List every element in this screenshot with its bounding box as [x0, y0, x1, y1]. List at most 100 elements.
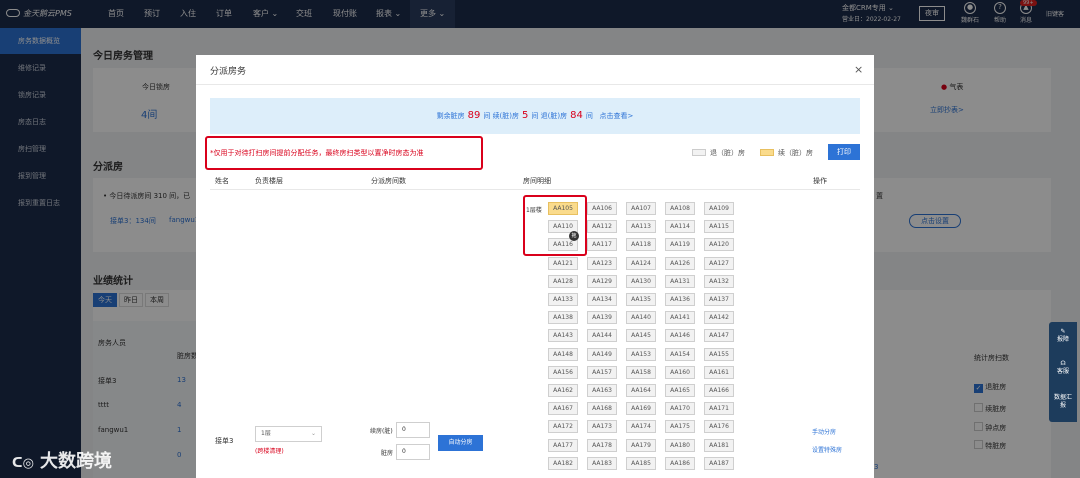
- room-tile[interactable]: AA175: [665, 420, 695, 434]
- report-issue-tool[interactable]: ✎ 报障: [1049, 328, 1077, 344]
- room-tile[interactable]: AA139: [587, 311, 617, 325]
- room-tile[interactable]: AA154: [665, 347, 695, 361]
- room-tile[interactable]: AA147: [704, 329, 734, 343]
- room-tile[interactable]: AA143: [548, 329, 578, 343]
- room-tile[interactable]: AA180: [665, 438, 695, 452]
- room-tile[interactable]: AA174: [626, 420, 656, 434]
- room-tile[interactable]: AA130: [626, 274, 656, 288]
- room-tile[interactable]: AA106: [587, 202, 617, 215]
- room-tile[interactable]: AA141: [665, 311, 695, 325]
- room-tile[interactable]: AA178: [587, 438, 617, 452]
- room-tile[interactable]: AA135: [626, 293, 656, 306]
- dirty-summary-bar: 剩余脏房 89 间 续(脏)房 5 间 退(脏)房 84 间 点击查看>: [210, 98, 860, 134]
- customer-service-tool[interactable]: ☊ 客服: [1049, 360, 1077, 376]
- watermark-text: 大数跨境: [39, 451, 112, 472]
- room-tile[interactable]: AA167: [548, 402, 578, 416]
- room-tile[interactable]: AA177: [548, 438, 578, 452]
- room-tile[interactable]: AA144: [587, 329, 617, 343]
- room-tile[interactable]: AA117: [587, 238, 617, 252]
- special-room-link[interactable]: 设置特殊房: [812, 445, 842, 454]
- room-tile[interactable]: AA185: [626, 456, 656, 470]
- stay-room-input[interactable]: 0: [396, 422, 430, 438]
- room-tile[interactable]: AA120: [704, 238, 734, 252]
- room-tile[interactable]: AA183: [587, 456, 617, 470]
- room-tile[interactable]: AA133: [548, 293, 578, 306]
- room-tile[interactable]: AA181: [704, 438, 734, 452]
- room-tile[interactable]: AA157: [587, 365, 617, 379]
- drag-handle-icon[interactable]: 拖: [569, 231, 579, 241]
- room-tile[interactable]: AA179: [626, 438, 656, 452]
- room-tile[interactable]: AA182: [548, 456, 578, 470]
- auto-assign-button[interactable]: 自动分房: [438, 435, 483, 451]
- room-tile[interactable]: AA108: [665, 202, 695, 215]
- room-tile[interactable]: AA176: [704, 420, 734, 434]
- room-tile[interactable]: AA118: [626, 238, 656, 252]
- room-tile[interactable]: AA170: [665, 402, 695, 416]
- room-tile[interactable]: AA186: [665, 456, 695, 470]
- dirty-room-label: 脏房: [381, 450, 394, 457]
- room-tile[interactable]: AA171: [704, 402, 734, 416]
- room-tile[interactable]: AA128: [548, 274, 578, 288]
- data-report-tool[interactable]: 数据汇报: [1049, 394, 1077, 410]
- room-tile[interactable]: AA126: [665, 256, 695, 270]
- room-tile[interactable]: AA109: [704, 202, 734, 215]
- legend-checkout-label: 退（脏）房: [710, 149, 745, 157]
- room-tile[interactable]: AA165: [665, 384, 695, 397]
- room-tile[interactable]: AA137: [704, 293, 734, 306]
- tool-panel: ✎ 报障 ☊ 客服 数据汇报: [1049, 322, 1077, 422]
- room-tile[interactable]: AA161: [704, 365, 734, 379]
- room-tile[interactable]: AA121: [548, 256, 578, 270]
- column-floor: 负责楼层: [255, 177, 283, 185]
- room-tile[interactable]: AA131: [665, 274, 695, 288]
- print-button[interactable]: 打印: [828, 144, 860, 160]
- chevron-down-icon: ⌄: [310, 430, 316, 437]
- room-tile[interactable]: AA127: [704, 256, 734, 270]
- stay-count: 5: [522, 110, 529, 121]
- room-tile[interactable]: AA113: [626, 220, 656, 234]
- room-tile[interactable]: AA129: [587, 274, 617, 288]
- room-tile[interactable]: AA146: [665, 329, 695, 343]
- dirty-room-input[interactable]: 0: [396, 444, 430, 460]
- room-tile[interactable]: AA136: [665, 293, 695, 306]
- cross-floor-note: (跨楼清理): [255, 448, 284, 455]
- room-tile[interactable]: AA158: [626, 365, 656, 379]
- room-tile[interactable]: AA140: [626, 311, 656, 325]
- room-tile[interactable]: AA155: [704, 347, 734, 361]
- room-tile[interactable]: AA160: [665, 365, 695, 379]
- room-tile[interactable]: AA145: [626, 329, 656, 343]
- table-header-divider: [210, 189, 860, 190]
- manual-assign-link[interactable]: 手动分房: [812, 427, 836, 436]
- room-tile[interactable]: AA166: [704, 384, 734, 397]
- room-tile[interactable]: AA168: [587, 402, 617, 416]
- room-tile[interactable]: AA138: [548, 311, 578, 325]
- room-tile[interactable]: AA162: [548, 384, 578, 397]
- room-tile[interactable]: AA142: [704, 311, 734, 325]
- room-tile[interactable]: AA149: [587, 347, 617, 361]
- room-tile[interactable]: AA132: [704, 274, 734, 288]
- close-icon[interactable]: ×: [854, 63, 863, 76]
- room-tile[interactable]: AA114: [665, 220, 695, 234]
- room-tile[interactable]: AA123: [587, 256, 617, 270]
- room-tile[interactable]: AA148: [548, 347, 578, 361]
- room-tile[interactable]: AA119: [665, 238, 695, 252]
- report-issue-label: 报障: [1056, 336, 1069, 343]
- room-tile[interactable]: AA124: [626, 256, 656, 270]
- room-tile[interactable]: AA134: [587, 293, 617, 306]
- room-tile[interactable]: AA164: [626, 384, 656, 397]
- legend-stay-swatch: [760, 149, 774, 156]
- room-tile[interactable]: AA107: [626, 202, 656, 215]
- room-tile[interactable]: AA163: [587, 384, 617, 397]
- customer-service-label: 客服: [1056, 368, 1069, 375]
- room-tile[interactable]: AA115: [704, 220, 734, 234]
- unit-label: 间: [585, 112, 593, 120]
- view-details-link[interactable]: 点击查看>: [600, 112, 634, 120]
- room-tile[interactable]: AA156: [548, 365, 578, 379]
- room-tile[interactable]: AA173: [587, 420, 617, 434]
- room-tile[interactable]: AA172: [548, 420, 578, 434]
- room-tile[interactable]: AA153: [626, 347, 656, 361]
- floor-select[interactable]: 1层 ⌄: [255, 426, 322, 442]
- room-tile[interactable]: AA112: [587, 220, 617, 234]
- room-tile[interactable]: AA169: [626, 402, 656, 416]
- room-tile[interactable]: AA187: [704, 456, 734, 470]
- floor-select-value: 1层: [261, 430, 271, 437]
